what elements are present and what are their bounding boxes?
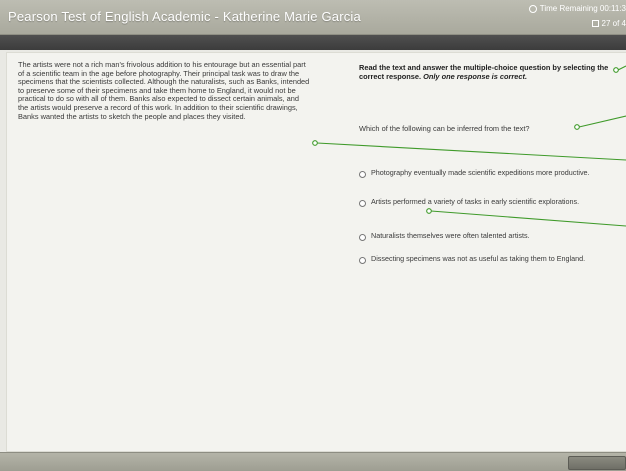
answer-option-2[interactable]: Artists performed a variety of tasks in …	[359, 197, 621, 207]
time-remaining-label: Time Remaining 00:11:3	[539, 4, 626, 13]
instruction-emphasis: Only one response is correct.	[423, 71, 528, 81]
bottom-bar	[0, 452, 626, 471]
answer-option-label: Naturalists themselves were often talent…	[371, 231, 530, 240]
item-counter: 27 of 4	[591, 19, 626, 28]
radio-button[interactable]	[359, 257, 366, 264]
radio-button[interactable]	[359, 200, 366, 207]
toolbar-strip	[0, 35, 626, 50]
answer-option-3[interactable]: Naturalists themselves were often talent…	[359, 231, 621, 241]
title-bar: Pearson Test of English Academic - Kathe…	[0, 0, 626, 35]
item-counter-label: 27 of 4	[601, 19, 626, 28]
question-text: Which of the following can be inferred f…	[359, 124, 530, 133]
radio-button[interactable]	[359, 171, 366, 178]
next-button[interactable]	[568, 456, 626, 470]
radio-button[interactable]	[359, 234, 366, 241]
reading-passage: The artists were not a rich man's frivol…	[18, 60, 310, 121]
instruction-text: Read the text and answer the multiple-ch…	[359, 63, 621, 81]
test-content-panel: The artists were not a rich man's frivol…	[6, 52, 626, 452]
page-icon	[591, 20, 599, 27]
answer-option-4[interactable]: Dissecting specimens was not as useful a…	[359, 254, 621, 264]
window-title: Pearson Test of English Academic - Kathe…	[8, 9, 361, 24]
time-remaining: Time Remaining 00:11:3	[528, 4, 626, 13]
answer-option-label: Photography eventually made scientific e…	[371, 168, 590, 177]
answer-option-1[interactable]: Photography eventually made scientific e…	[359, 168, 621, 178]
clock-icon	[528, 4, 537, 13]
answer-option-label: Artists performed a variety of tasks in …	[371, 197, 580, 206]
answer-option-label: Dissecting specimens was not as useful a…	[371, 254, 586, 263]
